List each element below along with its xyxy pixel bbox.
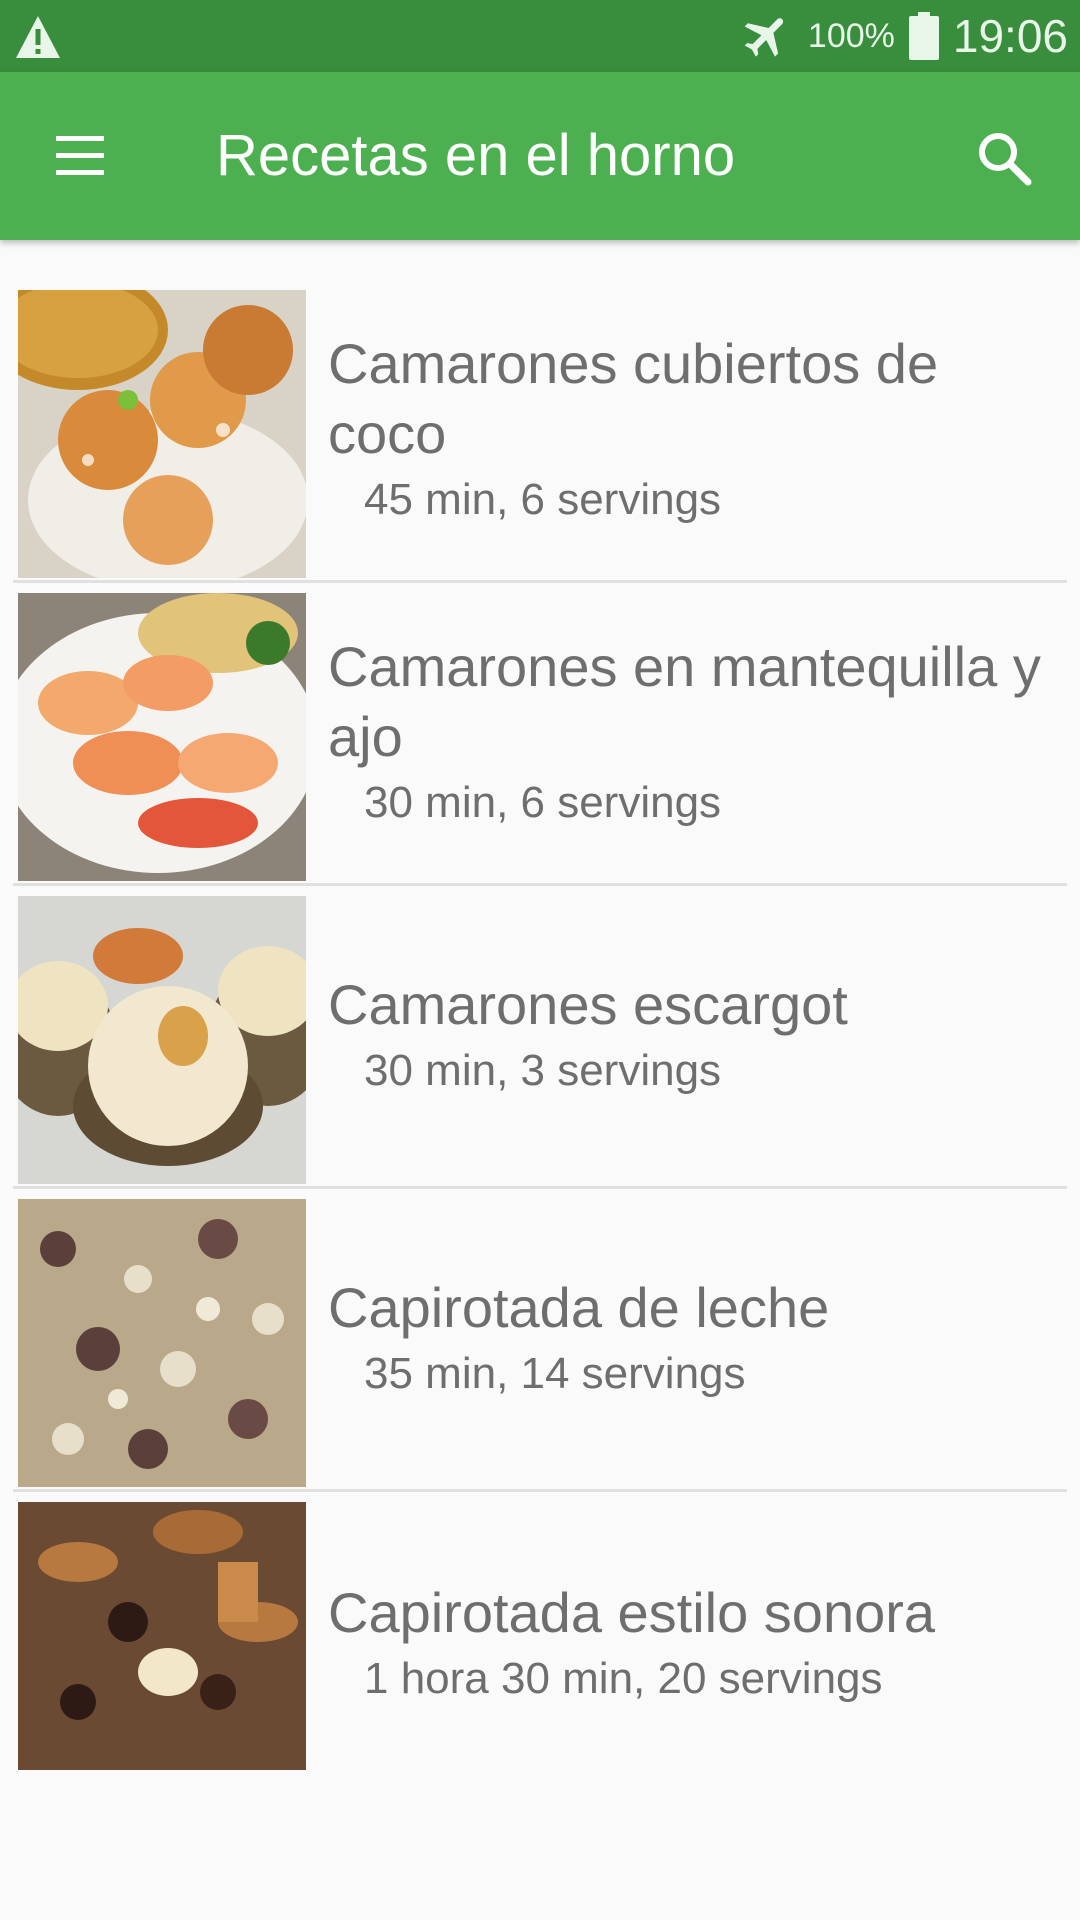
recipe-title: Capirotada estilo sonora [328,1580,936,1644]
recipe-meta: 35 min, 14 servings [364,1349,746,1398]
airplane-mode-icon [744,18,784,57]
battery-icon [908,12,939,60]
list-item[interactable]: Camarones escargot 30 min, 3 servings [13,886,1067,1189]
recipe-meta: 30 min, 3 servings [364,1046,722,1095]
status-indicators: 100% 19:06 [740,0,1068,72]
recipe-list: Camarones cubiertos de coco 45 min, 6 se… [0,280,1080,1795]
recipe-text: Camarones cubiertos de coco 45 min, 6 se… [328,280,1057,580]
recipe-meta: 30 min, 6 servings [364,778,722,827]
search-icon[interactable] [972,126,1036,190]
recipe-title: Camarones escargot [328,973,848,1036]
recipe-title: Camarones cubiertos de coco [328,332,939,465]
list-item[interactable]: Capirotada estilo sonora 1 hora 30 min, … [13,1492,1067,1795]
recipe-text: Camarones escargot 30 min, 3 servings [328,886,1057,1186]
list-item[interactable]: Camarones cubiertos de coco 45 min, 6 se… [13,280,1067,583]
recipe-title: Capirotada de leche [328,1276,830,1339]
status-bar: 100% 19:06 [0,0,1080,72]
recipe-thumbnail [18,896,306,1184]
recipe-meta: 1 hora 30 min, 20 servings [364,1653,883,1703]
recipe-text: Camarones en mantequilla y ajo 30 min, 6… [328,583,1057,883]
battery-percentage: 100% [807,16,895,55]
app-bar: Recetas en el horno [0,72,1080,240]
clock: 19:06 [952,10,1068,62]
page-title: Recetas en el horno [216,123,736,188]
recipe-text: Capirotada de leche 35 min, 14 servings [328,1189,1057,1489]
list-item[interactable]: Camarones en mantequilla y ajo 30 min, 6… [13,583,1067,886]
menu-icon[interactable] [48,128,112,184]
recipe-text: Capirotada estilo sonora 1 hora 30 min, … [328,1492,1057,1795]
recipe-thumbnail [18,290,306,578]
recipe-thumbnail [18,593,306,881]
recipe-meta: 45 min, 6 servings [364,475,722,524]
recipe-title: Camarones en mantequilla y ajo [328,635,1041,768]
list-item[interactable]: Capirotada de leche 35 min, 14 servings [13,1189,1067,1492]
recipe-thumbnail [18,1199,306,1487]
recipe-thumbnail [18,1502,306,1770]
warning-icon [16,16,60,58]
